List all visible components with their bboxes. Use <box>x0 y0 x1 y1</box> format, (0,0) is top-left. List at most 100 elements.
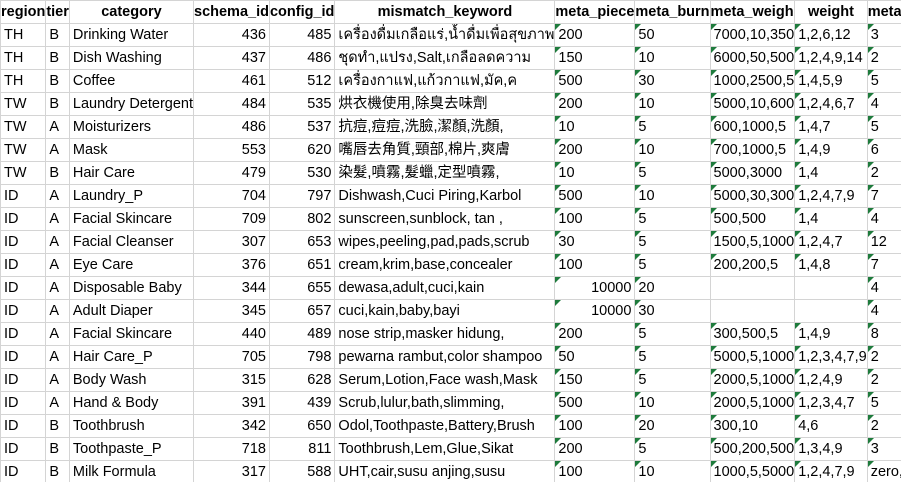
cell-meta-piece[interactable]: 30 <box>554 230 636 254</box>
cell-config-id[interactable]: 489 <box>268 322 336 346</box>
cell-meta-type-cat[interactable]: 8 <box>866 322 901 346</box>
cell-schema-id[interactable]: 718 <box>193 437 270 461</box>
cell-tier[interactable]: A <box>45 299 70 323</box>
cell-category[interactable]: Adult Diaper <box>68 299 195 323</box>
cell-meta-type-cat[interactable]: 3 <box>866 437 901 461</box>
cell-meta-weight-a[interactable]: 5000,30,300 <box>709 184 796 208</box>
cell-meta-piece[interactable]: 150 <box>554 368 636 392</box>
cell-meta-weight-b[interactable]: 1,4,9 <box>794 138 868 162</box>
cell-meta-weight-b[interactable]: 1,2,4,6,7 <box>794 92 868 116</box>
cell-mismatch-keyword[interactable]: เครื่องดื่มเกลือแร่,น้ำดื่มเพื่อสุขภาพ <box>334 23 556 47</box>
cell-meta-piece[interactable]: 200 <box>554 322 636 346</box>
cell-meta-type-cat[interactable]: 4 <box>866 299 901 323</box>
cell-tier[interactable]: A <box>45 230 70 254</box>
cell-category[interactable]: Hair Care_P <box>68 345 195 369</box>
cell-tier[interactable]: A <box>45 322 70 346</box>
column-header-category[interactable]: category <box>68 0 195 24</box>
cell-config-id[interactable]: 655 <box>268 276 336 300</box>
cell-meta-piece[interactable]: 10 <box>554 115 636 139</box>
cell-meta-weight-a[interactable]: 500,200,500 <box>709 437 796 461</box>
cell-mismatch-keyword[interactable]: Toothbrush,Lem,Glue,Sikat <box>334 437 556 461</box>
cell-meta-piece[interactable]: 200 <box>554 437 636 461</box>
cell-schema-id[interactable]: 484 <box>193 92 270 116</box>
cell-meta-type-cat[interactable]: 2 <box>866 46 901 70</box>
cell-meta-weight-b[interactable]: 1,2,3,4,7 <box>794 391 868 415</box>
cell-tier[interactable]: B <box>45 69 70 93</box>
cell-meta-weight-a[interactable]: 2000,5,1000 <box>709 391 796 415</box>
cell-mismatch-keyword[interactable]: 染髮,噴霧,髮蠟,定型噴霧, <box>334 161 556 185</box>
cell-meta-weight-b[interactable]: 1,2,3,4,7,9 <box>794 345 868 369</box>
cell-meta-weight-b[interactable]: 1,4 <box>794 161 868 185</box>
cell-config-id[interactable]: 653 <box>268 230 336 254</box>
cell-meta-burn[interactable]: 5 <box>634 207 711 231</box>
cell-meta-type-cat[interactable]: 7 <box>866 184 901 208</box>
cell-mismatch-keyword[interactable]: 嘴唇去角質,頸部,棉片,爽膚 <box>334 138 556 162</box>
cell-meta-weight-a[interactable]: 6000,50,500 <box>709 46 796 70</box>
cell-schema-id[interactable]: 391 <box>193 391 270 415</box>
cell-meta-type-cat[interactable]: 2 <box>866 414 901 438</box>
cell-tier[interactable]: B <box>45 414 70 438</box>
cell-schema-id[interactable]: 709 <box>193 207 270 231</box>
cell-region[interactable]: TH <box>0 46 47 70</box>
cell-meta-weight-b[interactable] <box>794 299 868 323</box>
cell-mismatch-keyword[interactable]: ชุดทำ,แปรง,Salt,เกลือลดความ <box>334 46 556 70</box>
cell-category[interactable]: Laundry_P <box>68 184 195 208</box>
cell-mismatch-keyword[interactable]: dewasa,adult,cuci,kain <box>334 276 556 300</box>
cell-meta-weight-b[interactable]: 1,2,4,7,9 <box>794 184 868 208</box>
cell-category[interactable]: Eye Care <box>68 253 195 277</box>
cell-category[interactable]: Moisturizers <box>68 115 195 139</box>
spreadsheet-grid[interactable]: region tier category schema_id config_id mism… <box>0 0 901 482</box>
cell-mismatch-keyword[interactable]: 烘衣機使用,除臭去味劑 <box>334 92 556 116</box>
cell-region[interactable]: ID <box>0 230 47 254</box>
cell-meta-weight-a[interactable]: 7000,10,350 <box>709 23 796 47</box>
column-header-region[interactable]: region <box>0 0 47 24</box>
cell-mismatch-keyword[interactable]: UHT,cair,susu anjing,susu <box>334 460 556 482</box>
cell-tier[interactable]: A <box>45 253 70 277</box>
cell-mismatch-keyword[interactable]: wipes,peeling,pad,pads,scrub <box>334 230 556 254</box>
cell-config-id[interactable]: 811 <box>268 437 336 461</box>
cell-schema-id[interactable]: 344 <box>193 276 270 300</box>
cell-region[interactable]: ID <box>0 322 47 346</box>
cell-config-id[interactable]: 657 <box>268 299 336 323</box>
cell-meta-piece[interactable]: 100 <box>554 207 636 231</box>
cell-meta-weight-b[interactable]: 1,4,8 <box>794 253 868 277</box>
cell-meta-burn[interactable]: 5 <box>634 230 711 254</box>
cell-region[interactable]: TH <box>0 23 47 47</box>
cell-config-id[interactable]: 620 <box>268 138 336 162</box>
cell-config-id[interactable]: 650 <box>268 414 336 438</box>
cell-category[interactable]: Disposable Baby <box>68 276 195 300</box>
cell-tier[interactable]: A <box>45 276 70 300</box>
cell-mismatch-keyword[interactable]: Scrub,lulur,bath,slimming, <box>334 391 556 415</box>
cell-tier[interactable]: A <box>45 207 70 231</box>
cell-schema-id[interactable]: 704 <box>193 184 270 208</box>
cell-region[interactable]: ID <box>0 460 47 482</box>
cell-tier[interactable]: A <box>45 345 70 369</box>
cell-meta-weight-b[interactable]: 1,4,5,9 <box>794 69 868 93</box>
cell-meta-type-cat[interactable]: 4 <box>866 276 901 300</box>
cell-config-id[interactable]: 512 <box>268 69 336 93</box>
cell-schema-id[interactable]: 461 <box>193 69 270 93</box>
cell-meta-piece[interactable]: 150 <box>554 46 636 70</box>
cell-mismatch-keyword[interactable]: nose strip,masker hidung, <box>334 322 556 346</box>
cell-meta-weight-b[interactable] <box>794 276 868 300</box>
cell-category[interactable]: Coffee <box>68 69 195 93</box>
cell-meta-burn[interactable]: 5 <box>634 437 711 461</box>
cell-meta-piece[interactable]: 500 <box>554 184 636 208</box>
cell-meta-weight-a[interactable]: 300,10 <box>709 414 796 438</box>
cell-meta-burn[interactable]: 5 <box>634 322 711 346</box>
cell-config-id[interactable]: 537 <box>268 115 336 139</box>
cell-region[interactable]: ID <box>0 368 47 392</box>
cell-schema-id[interactable]: 440 <box>193 322 270 346</box>
cell-config-id[interactable]: 530 <box>268 161 336 185</box>
cell-category[interactable]: Laundry Detergent <box>68 92 195 116</box>
cell-tier[interactable]: A <box>45 368 70 392</box>
cell-meta-weight-a[interactable]: 300,500,5 <box>709 322 796 346</box>
cell-meta-type-cat[interactable]: 3 <box>866 23 901 47</box>
cell-meta-weight-b[interactable]: 1,2,4,9 <box>794 368 868 392</box>
cell-category[interactable]: Toothbrush <box>68 414 195 438</box>
cell-meta-weight-b[interactable]: 1,2,4,9,14 <box>794 46 868 70</box>
cell-meta-burn[interactable]: 5 <box>634 161 711 185</box>
cell-meta-weight-b[interactable]: 1,2,4,7,9 <box>794 460 868 482</box>
cell-schema-id[interactable]: 553 <box>193 138 270 162</box>
column-header-mismatch-keyword[interactable]: mismatch_keyword <box>334 0 556 24</box>
